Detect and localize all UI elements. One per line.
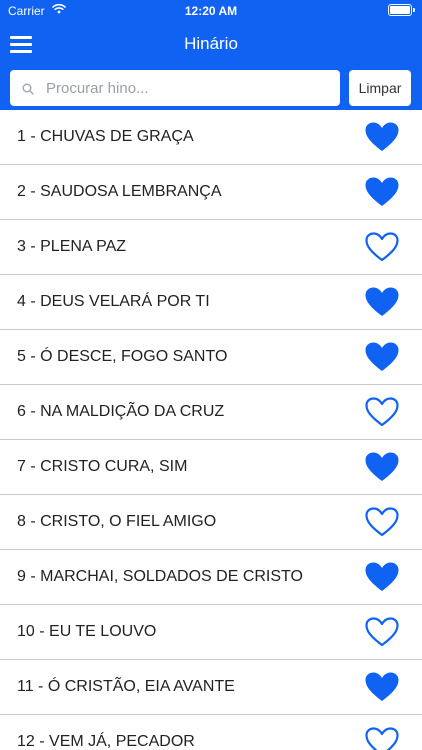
heart-outline-icon[interactable] [364, 726, 400, 750]
hymn-row[interactable]: 11 - Ó CRISTÃO, EIA AVANTE [0, 660, 422, 715]
hymn-list: 1 - CHUVAS DE GRAÇA 2 - SAUDOSA LEMBRANÇA… [0, 110, 422, 750]
app-header: Carrier 12:20 AM Hinário Limpar [0, 0, 422, 110]
hymn-title: 6 - NA MALDIÇÃO DA CRUZ [17, 403, 225, 420]
search-box[interactable] [10, 70, 340, 106]
hymn-row[interactable]: 12 - VEM JÁ, PECADOR [0, 715, 422, 750]
search-input[interactable] [44, 70, 334, 106]
hymn-row[interactable]: 7 - CRISTO CURA, SIM [0, 440, 422, 495]
hymn-row[interactable]: 6 - NA MALDIÇÃO DA CRUZ [0, 385, 422, 440]
hymn-row[interactable]: 3 - PLENA PAZ [0, 220, 422, 275]
hymn-title: 10 - EU TE LOUVO [17, 623, 157, 640]
heart-filled-icon[interactable] [364, 121, 400, 153]
status-time: 12:20 AM [184, 4, 238, 18]
heart-filled-icon[interactable] [364, 671, 400, 703]
hymn-title: 2 - SAUDOSA LEMBRANÇA [17, 183, 222, 200]
search-icon [22, 82, 34, 100]
heart-outline-icon[interactable] [364, 506, 400, 538]
hymn-title: 8 - CRISTO, O FIEL AMIGO [17, 513, 217, 530]
hymn-title: 3 - PLENA PAZ [17, 238, 127, 255]
clear-button[interactable]: Limpar [349, 70, 411, 106]
heart-outline-icon[interactable] [364, 616, 400, 648]
hymn-row[interactable]: 10 - EU TE LOUVO [0, 605, 422, 660]
hymn-title: 7 - CRISTO CURA, SIM [17, 458, 188, 475]
heart-filled-icon[interactable] [364, 176, 400, 208]
hymn-title: 1 - CHUVAS DE GRAÇA [17, 128, 194, 145]
status-bar: Carrier 12:20 AM [0, 0, 422, 22]
hymn-row[interactable]: 2 - SAUDOSA LEMBRANÇA [0, 165, 422, 220]
page-title: Hinário [184, 34, 238, 53]
battery-icon [388, 4, 415, 16]
heart-outline-icon[interactable] [364, 396, 400, 428]
heart-outline-icon[interactable] [364, 231, 400, 263]
heart-filled-icon[interactable] [364, 286, 400, 318]
navigation-bar: Hinário [0, 22, 422, 66]
hymn-row[interactable]: 9 - MARCHAI, SOLDADOS DE CRISTO [0, 550, 422, 605]
hymn-title: 11 - Ó CRISTÃO, EIA AVANTE [17, 678, 235, 695]
heart-filled-icon[interactable] [364, 341, 400, 373]
heart-filled-icon[interactable] [364, 561, 400, 593]
heart-filled-icon[interactable] [364, 451, 400, 483]
hymn-title: 4 - DEUS VELARÁ POR TI [17, 293, 210, 310]
hymn-title: 5 - Ó DESCE, FOGO SANTO [17, 348, 228, 365]
hymn-row[interactable]: 4 - DEUS VELARÁ POR TI [0, 275, 422, 330]
hymn-row[interactable]: 8 - CRISTO, O FIEL AMIGO [0, 495, 422, 550]
hymn-title: 9 - MARCHAI, SOLDADOS DE CRISTO [17, 568, 303, 585]
hymn-title: 12 - VEM JÁ, PECADOR [17, 733, 195, 750]
hymn-row[interactable]: 5 - Ó DESCE, FOGO SANTO [0, 330, 422, 385]
hymn-row[interactable]: 1 - CHUVAS DE GRAÇA [0, 110, 422, 165]
